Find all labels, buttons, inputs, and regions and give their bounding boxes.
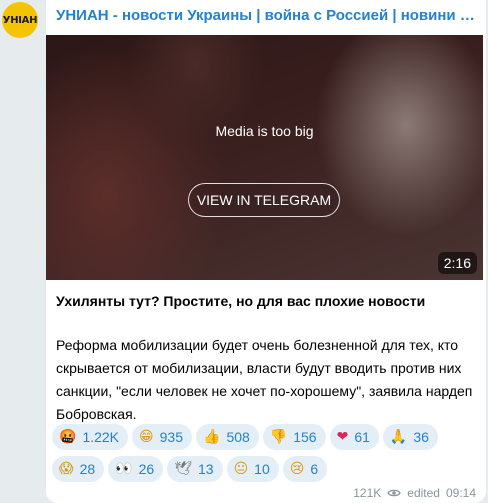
eye-icon [387,489,402,497]
grin-face-icon: 😁 [139,429,154,445]
reaction-count: 26 [138,461,155,477]
reaction-button[interactable]: 🕊 13 [167,456,223,482]
reaction-button[interactable]: 🤬 1.22K [52,424,129,450]
heart-icon: ❤ [336,429,349,445]
video-duration: 2:16 [437,252,477,274]
reaction-button[interactable]: ❤ 61 [329,424,379,450]
post-title: Ухилянты тут? Простите, но для вас плохи… [56,293,426,309]
edited-label: edited [407,486,440,500]
angry-face-icon: 🤬 [59,429,77,445]
reaction-count: 935 [159,429,183,445]
thumbs-down-icon: 👎 [269,429,288,445]
eyes-icon: 👀 [115,461,133,477]
folded-hands-icon: 🙏 [389,429,408,445]
message-bubble: УНИАН - новости Украины | война с Россие… [46,0,486,503]
video-preview[interactable]: Media is too big VIEW IN TELEGRAM 2:16 [46,35,483,280]
reaction-button[interactable]: 👍 508 [196,424,259,450]
reaction-button[interactable]: 😢 6 [282,456,328,482]
reaction-button[interactable]: 👀 26 [108,456,164,482]
reaction-count: 36 [413,429,429,445]
neutral-face-icon: 😐 [233,461,249,477]
reactions-bar: 🤬 1.22K 😁 935 👍 508 👎 156 ❤ 61 🙏 36 😱 28 👀 26 🕊 1… [52,424,482,488]
message-meta: 121K edited 09:14 [353,486,476,500]
post-body: Реформа мобилизации будет очень болезнен… [56,337,473,422]
reactions-row: 😱 28 👀 26 🕊 13 😐 10 😢 6 [52,456,482,482]
message-time: 09:14 [445,486,476,500]
view-in-telegram-button[interactable]: VIEW IN TELEGRAM [188,183,340,217]
reaction-count: 28 [79,461,96,477]
reaction-count: 10 [254,461,270,477]
channel-avatar[interactable]: УНІАН [2,2,38,38]
reaction-count: 156 [293,429,317,445]
reactions-row: 🤬 1.22K 😁 935 👍 508 👎 156 ❤ 61 🙏 36 [52,424,482,450]
reaction-button[interactable]: 😐 10 [226,456,279,482]
thumbs-up-icon: 👍 [203,429,221,445]
crying-face-icon: 😢 [289,461,305,477]
reaction-count: 508 [226,429,250,445]
dove-icon: 🕊 [174,461,192,477]
channel-title[interactable]: УНИАН - новости Украины | война с Россие… [56,7,476,24]
reaction-count: 1.22K [82,429,120,445]
reaction-button[interactable]: 👎 156 [262,424,326,450]
media-notice: Media is too big [215,123,314,139]
reaction-button[interactable]: 🙏 36 [382,424,438,450]
reaction-button[interactable]: 😱 28 [52,456,105,482]
reaction-count: 61 [354,429,370,445]
reaction-count: 13 [197,461,214,477]
reaction-button[interactable]: 😁 935 [132,424,192,450]
view-count: 121K [353,486,382,500]
scream-face-icon: 😱 [59,461,74,477]
reaction-count: 6 [310,461,319,477]
